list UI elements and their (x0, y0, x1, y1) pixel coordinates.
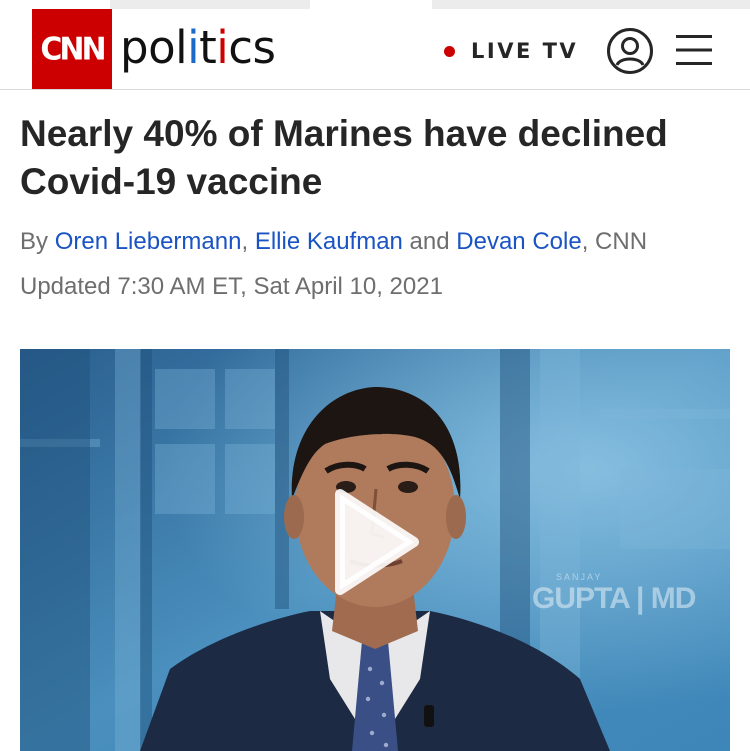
article-headline: Nearly 40% of Marines have declined Covi… (20, 113, 668, 202)
menu-button[interactable] (676, 33, 712, 67)
cnn-logo[interactable]: CNN (32, 9, 112, 89)
author-link[interactable]: Oren Liebermann (55, 228, 242, 255)
tab-strip-segment (432, 0, 750, 9)
account-button[interactable] (606, 27, 654, 75)
article-timestamp: Updated 7:30 AM ET, Sat April 10, 2021 (20, 273, 443, 300)
site-header: CNN politics LIVE TV (0, 9, 750, 90)
play-icon[interactable] (330, 486, 420, 598)
article-byline: By Oren Liebermann, Ellie Kaufman and De… (20, 228, 648, 255)
live-tv-link[interactable]: LIVE TV (444, 39, 578, 63)
author-link[interactable]: Devan Cole (456, 228, 581, 255)
user-circle-icon (607, 28, 653, 74)
program-watermark: SANJAY GUPTA | MD (532, 572, 696, 615)
tab-strip-segment (110, 0, 310, 9)
cnn-logo-text: CNN (40, 30, 106, 68)
author-link[interactable]: Ellie Kaufman (255, 228, 403, 255)
browser-top-strip (0, 0, 750, 9)
section-title-politics[interactable]: politics (120, 21, 276, 75)
hamburger-menu-icon (676, 35, 712, 65)
live-tv-label: LIVE TV (471, 39, 579, 63)
live-indicator-dot (444, 45, 455, 57)
